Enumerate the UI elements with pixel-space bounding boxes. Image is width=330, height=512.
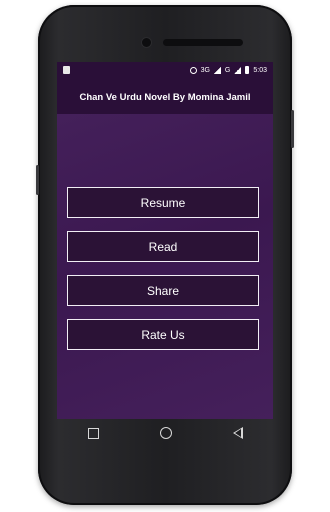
- side-button-right: [291, 110, 294, 148]
- share-button[interactable]: Share: [67, 275, 259, 306]
- rate-us-button[interactable]: Rate Us: [67, 319, 259, 350]
- signal-icon-2: [234, 66, 242, 74]
- clock: 5:03: [253, 66, 267, 74]
- status-bar: 3G G 5:03: [57, 62, 273, 80]
- status-icons: 3G G 5:03: [189, 66, 267, 74]
- side-button-left: [36, 165, 39, 195]
- screen: 3G G 5:03 Chan Ve Urdu Novel By Momina J…: [57, 62, 273, 419]
- app-bar: Chan Ve Urdu Novel By Momina Jamil: [57, 80, 273, 114]
- network-type-2: G: [224, 66, 231, 74]
- recent-apps-icon[interactable]: [87, 427, 99, 439]
- signal-icon: [213, 66, 221, 74]
- app-title: Chan Ve Urdu Novel By Momina Jamil: [79, 91, 251, 103]
- home-icon[interactable]: [159, 427, 172, 439]
- main-content: Resume Read Share Rate Us: [57, 114, 273, 419]
- notification-icon: [63, 66, 70, 74]
- back-icon[interactable]: [232, 427, 243, 439]
- resume-button[interactable]: Resume: [67, 187, 259, 218]
- battery-icon: [245, 66, 250, 74]
- network-type: 3G: [200, 66, 210, 74]
- read-button[interactable]: Read: [67, 231, 259, 262]
- front-camera: [142, 38, 151, 47]
- navigation-bar: [57, 419, 273, 447]
- alarm-icon: [189, 66, 197, 74]
- earpiece-speaker: [163, 39, 243, 46]
